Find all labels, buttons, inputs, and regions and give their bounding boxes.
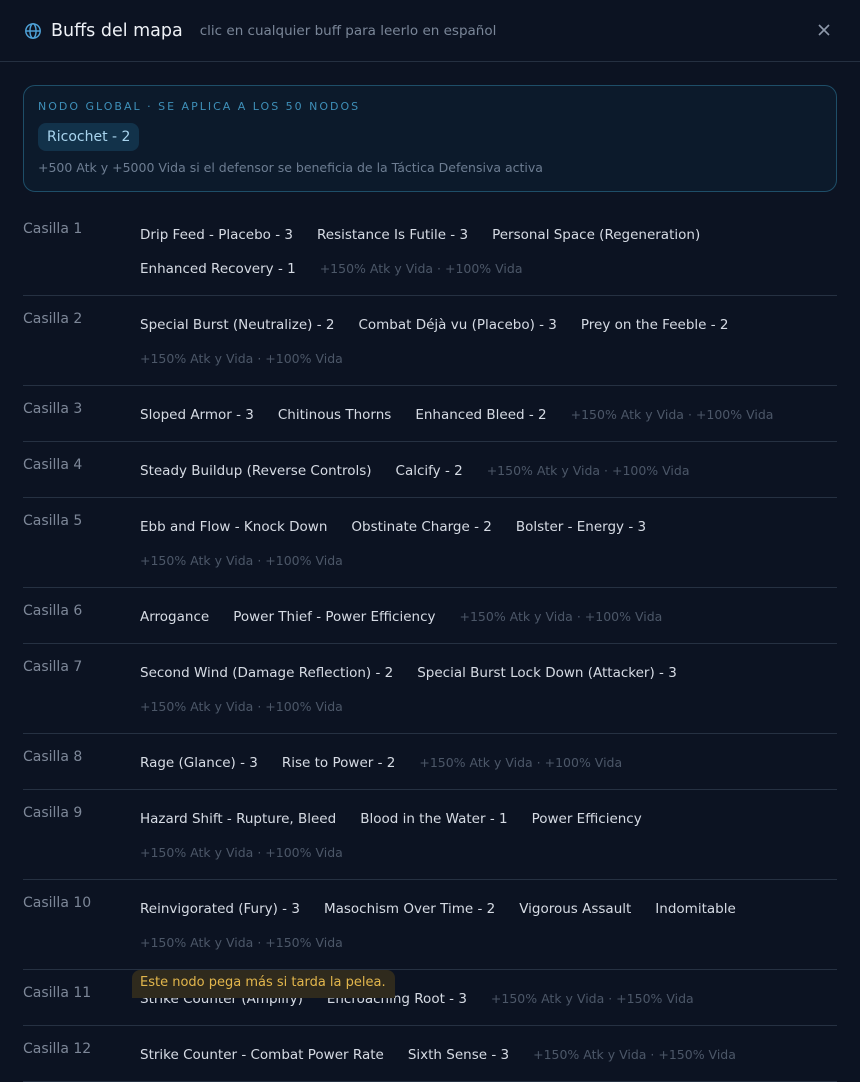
casilla-row: Casilla 2 Special Burst (Neutralize) - 2 C… (23, 296, 837, 386)
buff-item[interactable]: Bolster - Energy - 3 (516, 510, 646, 544)
casilla-row: Casilla 3 Sloped Armor - 3 Chitinous Thorn… (23, 386, 837, 442)
casilla-stat-bonus: +150% Atk y Vida · +150% Vida (533, 1047, 736, 1062)
buff-item[interactable]: Masochism Over Time - 2 (324, 892, 495, 926)
casilla-buffs: Rage (Glance) - 3 Rise to Power - 2 +150% … (140, 746, 837, 780)
close-icon[interactable] (816, 22, 832, 38)
casilla-buffs: Drip Feed - Placebo - 3 Resistance Is Fut… (140, 218, 837, 286)
buff-item[interactable]: Sixth Sense - 3 (408, 1038, 509, 1072)
casilla-stat-bonus: +150% Atk y Vida · +100% Vida (459, 609, 663, 624)
buff-item[interactable]: Chitinous Thorns (278, 398, 391, 432)
buff-item[interactable]: Reinvigorated (Fury) - 3 (140, 892, 300, 926)
casilla-buffs: Strike Counter - Combat Power Rate Sixth … (140, 1038, 837, 1072)
casilla-stat-bonus: +150% Atk y Vida · +100% Vida (319, 261, 523, 276)
casilla-label: Casilla 7 (23, 659, 83, 675)
casilla-label: Casilla 6 (23, 603, 83, 619)
casilla-row: Casilla 8 Rage (Glance) - 3 Rise to Power … (23, 734, 837, 790)
casilla-buffs: Sloped Armor - 3 Chitinous Thorns Enhanced… (140, 398, 837, 432)
casilla-row: Casilla 12 Strike Counter - Combat Power … (23, 1026, 837, 1082)
modal-subtitle: clic en cualquier buff para leerlo en es… (199, 22, 497, 39)
casilla-stat-bonus: +150% Atk y Vida · +100% Vida (419, 755, 623, 770)
casilla-stat-bonus: +150% Atk y Vida · +100% Vida (140, 699, 343, 714)
buff-list: NODO GLOBAL · SE APLICA A LOS 50 NODOS R… (0, 62, 860, 1082)
buff-item[interactable]: Prey on the Feeble - 2 (581, 308, 729, 342)
buff-item[interactable]: Calcify - 2 (396, 454, 463, 488)
buff-item[interactable]: Special Burst Lock Down (Attacker) - 3 (417, 656, 677, 690)
casilla-buffs: Steady Buildup (Reverse Controls) Calcify… (140, 454, 837, 488)
casilla-stat-bonus: +150% Atk y Vida · +150% Vida (490, 991, 694, 1006)
casilla-row: Casilla 6 Arrogance Power Thief - Power Ef… (23, 588, 837, 644)
buff-item[interactable]: Drip Feed - Placebo - 3 (140, 218, 293, 252)
buff-item[interactable]: Steady Buildup (Reverse Controls) (140, 454, 372, 488)
modal-title: Buffs del mapa (51, 20, 183, 41)
casilla-label: Casilla 4 (23, 457, 83, 473)
casilla-row: Casilla 4 Steady Buildup (Reverse Control… (23, 442, 837, 498)
buff-item[interactable]: Power Efficiency (532, 802, 642, 836)
tooltip-toast: Este nodo pega más si tarda la pelea. (132, 970, 395, 998)
buff-item[interactable]: Combat Déjà vu (Placebo) - 3 (358, 308, 556, 342)
buff-item[interactable]: Arrogance (140, 600, 209, 634)
casilla-stat-bonus: +150% Atk y Vida · +100% Vida (140, 553, 343, 568)
casilla-row: Casilla 1 Drip Feed - Placebo - 3 Resistan… (23, 206, 837, 296)
global-node-card: NODO GLOBAL · SE APLICA A LOS 50 NODOS R… (23, 85, 837, 192)
casilla-stat-bonus: +150% Atk y Vida · +150% Vida (140, 935, 343, 950)
buff-item[interactable]: Strike Counter - Combat Power Rate (140, 1038, 384, 1072)
casilla-buffs: Arrogance Power Thief - Power Efficiency +… (140, 600, 837, 634)
casilla-label: Casilla 1 (23, 221, 83, 237)
casilla-row: Casilla 7 Second Wind (Damage Reflection)… (23, 644, 837, 734)
buff-item[interactable]: Sloped Armor - 3 (140, 398, 254, 432)
casilla-buffs: Ebb and Flow - Knock Down Obstinate Charg… (140, 510, 837, 578)
casilla-buffs: Special Burst (Neutralize) - 2 Combat Déj… (140, 308, 837, 376)
buff-item[interactable]: Second Wind (Damage Reflection) - 2 (140, 656, 393, 690)
buff-item[interactable]: Enhanced Bleed - 2 (415, 398, 546, 432)
buff-item[interactable]: Power Thief - Power Efficiency (233, 600, 435, 634)
casilla-rows: Casilla 1 Drip Feed - Placebo - 3 Resistan… (23, 206, 837, 1082)
casilla-buffs: Hazard Shift - Rupture, Bleed Blood in th… (140, 802, 837, 870)
modal-header: Buffs del mapa clic en cualquier buff pa… (0, 0, 860, 62)
buff-item[interactable]: Ebb and Flow - Knock Down (140, 510, 327, 544)
buff-item[interactable]: Obstinate Charge - 2 (351, 510, 491, 544)
casilla-label: Casilla 11 (23, 985, 92, 1001)
casilla-stat-bonus: +150% Atk y Vida · +100% Vida (486, 463, 690, 478)
buff-item[interactable]: Enhanced Recovery - 1 (140, 252, 296, 286)
casilla-label: Casilla 3 (23, 401, 83, 417)
globe-icon (25, 22, 41, 39)
buff-item[interactable]: Hazard Shift - Rupture, Bleed (140, 802, 336, 836)
global-buff-description: +500 Atk y +5000 Vida si el defensor se … (38, 160, 543, 175)
buff-item[interactable]: Resistance Is Futile - 3 (317, 218, 468, 252)
buff-item[interactable]: Rage (Glance) - 3 (140, 746, 258, 780)
casilla-buffs: Second Wind (Damage Reflection) - 2 Speci… (140, 656, 837, 724)
casilla-row: Casilla 9 Hazard Shift - Rupture, Bleed Bl… (23, 790, 837, 880)
casilla-label: Casilla 10 (23, 895, 92, 911)
global-buff-chip[interactable]: Ricochet - 2 (38, 123, 140, 151)
buff-item[interactable]: Rise to Power - 2 (282, 746, 395, 780)
global-node-label: NODO GLOBAL · SE APLICA A LOS 50 NODOS (38, 100, 361, 113)
casilla-stat-bonus: +150% Atk y Vida · +100% Vida (140, 845, 343, 860)
buff-item[interactable]: Personal Space (Regeneration) (492, 218, 700, 252)
casilla-stat-bonus: +150% Atk y Vida · +100% Vida (570, 407, 774, 422)
casilla-buffs: Reinvigorated (Fury) - 3 Masochism Over T… (140, 892, 837, 960)
casilla-label: Casilla 8 (23, 749, 83, 765)
casilla-stat-bonus: +150% Atk y Vida · +100% Vida (140, 351, 343, 366)
buff-item[interactable]: Indomitable (655, 892, 735, 926)
buff-item[interactable]: Special Burst (Neutralize) - 2 (140, 308, 334, 342)
buff-item[interactable]: Vigorous Assault (519, 892, 631, 926)
casilla-label: Casilla 12 (23, 1041, 92, 1057)
casilla-row: Casilla 5 Ebb and Flow - Knock Down Obstin… (23, 498, 837, 588)
casilla-label: Casilla 2 (23, 311, 83, 327)
casilla-label: Casilla 5 (23, 513, 83, 529)
casilla-row: Casilla 10 Reinvigorated (Fury) - 3 Masoch… (23, 880, 837, 970)
casilla-label: Casilla 9 (23, 805, 83, 821)
buff-item[interactable]: Blood in the Water - 1 (360, 802, 507, 836)
